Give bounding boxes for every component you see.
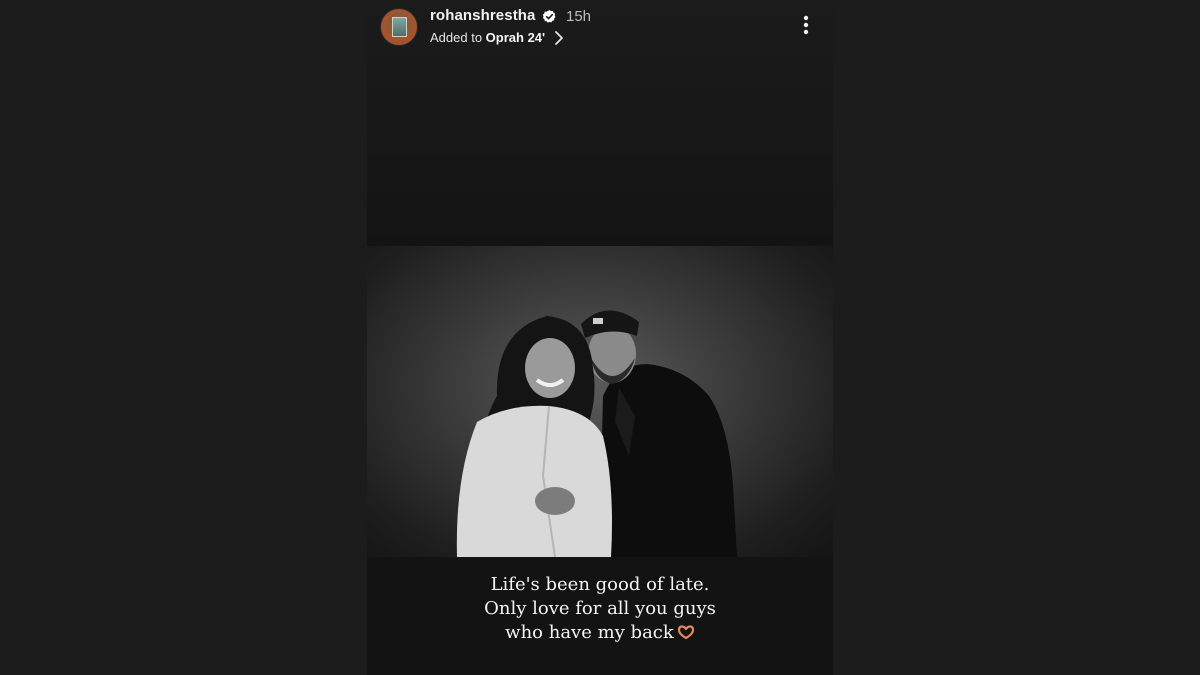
heart-hands-icon — [677, 625, 694, 639]
highlight-name: Oprah 24' — [485, 30, 546, 45]
story-caption: Life's been good of late. Only love for … — [367, 573, 833, 645]
caption-line-2: Only love for all you guys — [484, 598, 716, 619]
clasped-hands — [535, 487, 575, 515]
verified-badge-icon — [542, 9, 556, 23]
username[interactable]: rohanshrestha — [430, 7, 536, 24]
caption-line-3: who have my back — [505, 622, 674, 643]
avatar-picture — [392, 17, 407, 37]
story-header: rohanshrestha 15h Added to Oprah 24' — [367, 0, 833, 52]
story-viewer[interactable]: rohanshrestha 15h Added to Oprah 24' Lif… — [367, 0, 833, 675]
story-photo — [367, 246, 833, 557]
photo-illustration — [456, 310, 737, 557]
added-to-label: Added to — [430, 30, 483, 45]
story-time: 15h — [566, 8, 592, 25]
highlight-link[interactable]: Added to Oprah 24' — [430, 30, 545, 45]
cap-logo — [593, 318, 603, 324]
woman-shirt — [456, 405, 612, 557]
chevron-right-icon[interactable] — [553, 30, 565, 46]
more-options-icon[interactable] — [797, 14, 815, 36]
avatar[interactable] — [380, 8, 418, 46]
page: rohanshrestha 15h Added to Oprah 24' Lif… — [0, 0, 1200, 675]
woman-face — [525, 338, 575, 398]
caption-line-1: Life's been good of late. — [490, 574, 710, 595]
